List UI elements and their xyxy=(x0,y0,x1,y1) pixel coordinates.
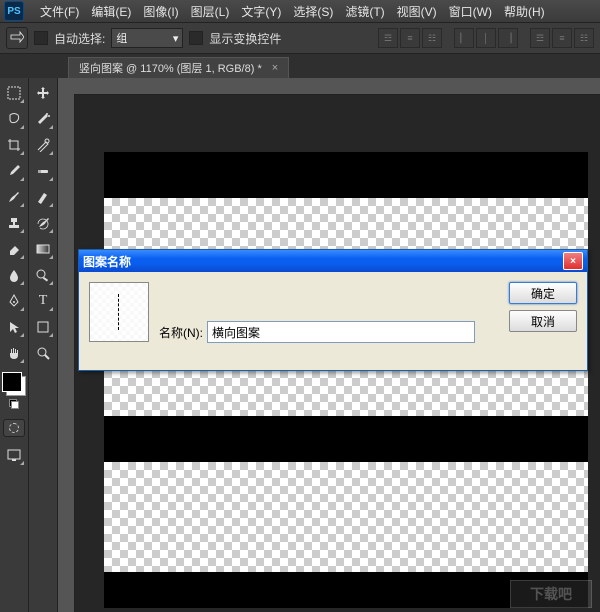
shape-tool-icon[interactable] xyxy=(31,315,55,339)
color-swatch[interactable] xyxy=(2,372,26,396)
pen-tool-icon[interactable] xyxy=(2,289,26,313)
dialog-close-button[interactable]: × xyxy=(563,252,583,270)
move-tool-icon xyxy=(10,31,24,45)
canvas-band-6 xyxy=(104,462,588,572)
menu-filter[interactable]: 滤镜(T) xyxy=(339,3,390,20)
eraser-tool-icon[interactable] xyxy=(2,237,26,261)
align-bottom-icon[interactable]: ☷ xyxy=(422,28,442,48)
menu-layer[interactable]: 图层(L) xyxy=(185,3,236,20)
active-tool-indicator[interactable] xyxy=(6,27,28,49)
stamp-tool-icon[interactable] xyxy=(2,211,26,235)
distribute-top-icon[interactable]: ☲ xyxy=(530,28,550,48)
eyedropper-tool-icon[interactable] xyxy=(2,159,26,183)
pattern-name-dialog: 图案名称 × 名称(N): 确定 取消 xyxy=(78,249,588,371)
menu-bar: PS 文件(F) 编辑(E) 图像(I) 图层(L) 文字(Y) 选择(S) 滤… xyxy=(0,0,600,22)
menu-edit[interactable]: 编辑(E) xyxy=(85,3,137,20)
document-tab-title: 竖向图案 @ 1170% (图层 1, RGB/8) * xyxy=(79,60,262,76)
watermark: 下载吧 xyxy=(510,580,592,608)
marquee-tool-icon[interactable] xyxy=(2,81,26,105)
document-canvas[interactable] xyxy=(104,152,588,608)
hand-tool-icon[interactable] xyxy=(2,341,26,365)
ruler-vertical[interactable] xyxy=(58,94,75,612)
align-top-icon[interactable]: ☲ xyxy=(378,28,398,48)
ruler-horizontal[interactable] xyxy=(74,78,600,95)
pattern-name-input[interactable] xyxy=(207,321,475,343)
ok-button[interactable]: 确定 xyxy=(509,282,577,304)
ruler-corner xyxy=(58,78,75,95)
menu-view[interactable]: 视图(V) xyxy=(391,3,443,20)
screen-mode-icon[interactable] xyxy=(2,443,26,467)
show-transform-label: 显示变换控件 xyxy=(209,30,281,47)
dodge-tool-icon[interactable] xyxy=(31,263,55,287)
toolbox-left xyxy=(0,78,29,612)
close-tab-icon[interactable]: × xyxy=(272,62,278,74)
menu-type[interactable]: 文字(Y) xyxy=(235,3,287,20)
distribute-vcenter-icon[interactable]: ≡ xyxy=(552,28,572,48)
auto-select-checkbox[interactable] xyxy=(34,31,48,45)
align-left-icon[interactable]: ▏ xyxy=(454,28,474,48)
menu-window[interactable]: 窗口(W) xyxy=(443,3,498,20)
align-hcenter-icon[interactable]: │ xyxy=(476,28,496,48)
dialog-titlebar[interactable]: 图案名称 × xyxy=(79,250,587,272)
slice-tool-icon[interactable] xyxy=(31,133,55,157)
gradient-tool-icon[interactable] xyxy=(31,237,55,261)
options-bar: 自动选择: 组 ▾ 显示变换控件 ☲ ≡ ☷ ▏ │ ▕ ☲ ≡ ☷ xyxy=(0,22,600,54)
app-logo: PS xyxy=(4,1,24,21)
name-field-label: 名称(N): xyxy=(159,324,203,341)
blur-tool-icon[interactable] xyxy=(2,263,26,287)
path-select-tool-icon[interactable] xyxy=(2,315,26,339)
type-tool-icon[interactable]: T xyxy=(31,289,55,313)
menu-select[interactable]: 选择(S) xyxy=(287,3,339,20)
lasso-tool-icon[interactable] xyxy=(2,107,26,131)
align-vcenter-icon[interactable]: ≡ xyxy=(400,28,420,48)
chevron-down-icon: ▾ xyxy=(173,32,179,45)
move-tool-icon[interactable] xyxy=(31,81,55,105)
alignment-buttons: ☲ ≡ ☷ ▏ │ ▕ ☲ ≡ ☷ xyxy=(378,28,594,48)
pattern-preview xyxy=(89,282,149,342)
default-colors-icon[interactable] xyxy=(9,399,19,409)
menu-file[interactable]: 文件(F) xyxy=(34,3,85,20)
menu-image[interactable]: 图像(I) xyxy=(137,3,184,20)
dialog-title: 图案名称 xyxy=(83,253,131,270)
toolbox-right: T xyxy=(29,78,58,612)
pencil-tool-icon[interactable] xyxy=(31,185,55,209)
canvas-band-1 xyxy=(104,152,588,198)
zoom-tool-icon[interactable] xyxy=(31,341,55,365)
distribute-bottom-icon[interactable]: ☷ xyxy=(574,28,594,48)
show-transform-checkbox[interactable] xyxy=(189,31,203,45)
document-tab[interactable]: 竖向图案 @ 1170% (图层 1, RGB/8) * × xyxy=(68,57,289,78)
menu-help[interactable]: 帮助(H) xyxy=(498,3,551,20)
document-tab-bar: 竖向图案 @ 1170% (图层 1, RGB/8) * × xyxy=(0,54,600,78)
history-brush-tool-icon[interactable] xyxy=(31,211,55,235)
magic-wand-tool-icon[interactable] xyxy=(31,107,55,131)
auto-select-label: 自动选择: xyxy=(54,30,105,47)
align-right-icon[interactable]: ▕ xyxy=(498,28,518,48)
quick-mask-icon[interactable] xyxy=(3,419,25,437)
canvas-band-5 xyxy=(104,416,588,462)
crop-tool-icon[interactable] xyxy=(2,133,26,157)
auto-select-value: 组 xyxy=(116,30,127,46)
healing-brush-tool-icon[interactable] xyxy=(31,159,55,183)
auto-select-dropdown[interactable]: 组 ▾ xyxy=(111,28,183,48)
cancel-button[interactable]: 取消 xyxy=(509,310,577,332)
brush-tool-icon[interactable] xyxy=(2,185,26,209)
foreground-color[interactable] xyxy=(2,372,22,392)
